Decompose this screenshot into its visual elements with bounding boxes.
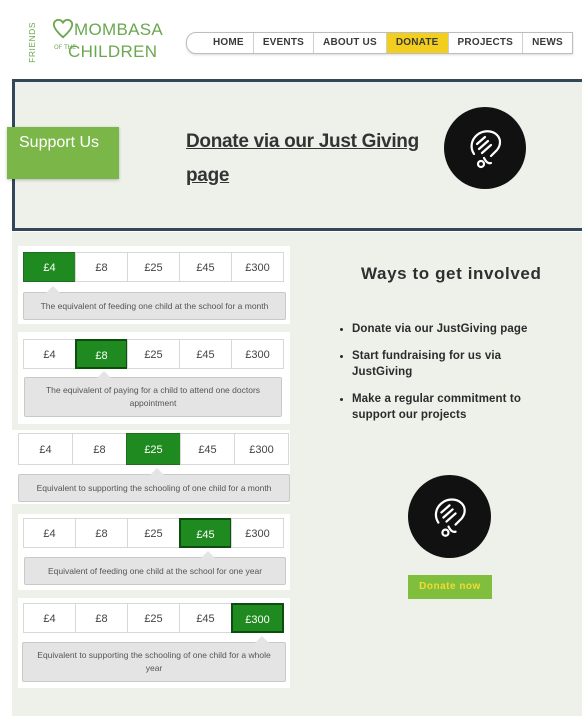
ways-list: Donate via our JustGiving page Start fun… [338, 321, 558, 434]
amount-description: Equivalent to supporting the schooling o… [22, 636, 286, 682]
amount-option-300[interactable]: £300 [231, 603, 284, 633]
amount-card-3: £4 £8 £25 £45 £300 Equivalent to support… [12, 430, 290, 504]
amount-option-45[interactable]: £45 [179, 252, 232, 282]
pointer-arrow [46, 286, 60, 293]
amount-card-4: £4 £8 £25 £45 £300 Equivalent of feeding… [18, 514, 290, 590]
nav-home[interactable]: HOME [187, 33, 253, 53]
amount-option-25[interactable]: £25 [126, 433, 181, 465]
amount-option-25[interactable]: £25 [127, 518, 180, 548]
amount-option-300[interactable]: £300 [231, 339, 284, 369]
ways-item-donate: Donate via our JustGiving page [338, 321, 558, 337]
donate-justgiving-link[interactable]: Donate via our Just Giving page [186, 125, 426, 193]
ways-item-fundraise: Start fundraising for us via JustGiving [338, 348, 558, 380]
amount-card-5: £4 £8 £25 £45 £300 Equivalent to support… [18, 598, 290, 688]
donate-now-button[interactable]: Donate now [408, 575, 492, 599]
amount-description-text: The equivalent of feeding one child at t… [40, 300, 269, 311]
amount-description-text: Equivalent to supporting the schooling o… [36, 482, 272, 493]
amount-option-4[interactable]: £4 [23, 252, 76, 282]
amount-description: Equivalent of feeding one child at the s… [24, 551, 286, 585]
nav-about-us[interactable]: ABOUT US [313, 33, 386, 53]
amount-description: Equivalent to supporting the schooling o… [18, 468, 290, 502]
amount-option-4[interactable]: £4 [23, 339, 76, 369]
amount-options: £4 £8 £25 £45 £300 [18, 433, 289, 465]
justgiving-hand-icon[interactable] [408, 475, 491, 558]
amount-option-8[interactable]: £8 [75, 339, 128, 369]
ways-title: Ways to get involved [361, 264, 542, 283]
justgiving-hand-glyph [434, 498, 466, 537]
logo-children-text: CHILDREN [68, 42, 158, 61]
amount-description: The equivalent of paying for a child to … [24, 371, 282, 417]
amount-options: £4 £8 £25 £45 £300 [23, 252, 284, 282]
nav-donate[interactable]: DONATE [385, 33, 448, 53]
amount-card-1: £4 £8 £25 £45 £300 The equivalent of fee… [18, 246, 290, 324]
site-logo[interactable]: FRIENDS MOMBASA OF THE CHILDREN [27, 16, 163, 68]
logo-mombasa-text: MOMBASA [74, 20, 164, 39]
ways-item-commitment: Make a regular commitment to support our… [338, 391, 558, 423]
justgiving-hand-glyph [470, 130, 502, 169]
amount-option-4[interactable]: £4 [23, 603, 76, 633]
support-us-badge: Support Us [7, 127, 119, 179]
amount-option-4[interactable]: £4 [18, 433, 73, 465]
amount-option-300[interactable]: £300 [231, 252, 284, 282]
amount-description-text: Equivalent of feeding one child at the s… [47, 565, 263, 576]
site-header: FRIENDS MOMBASA OF THE CHILDREN HOME EVE… [0, 0, 582, 76]
pointer-arrow [97, 371, 111, 378]
amount-description-text: Equivalent to supporting the schooling o… [37, 650, 271, 673]
amount-option-8[interactable]: £8 [75, 252, 128, 282]
amount-option-8[interactable]: £8 [72, 433, 127, 465]
pointer-arrow [201, 551, 215, 558]
amount-options: £4 £8 £25 £45 £300 [23, 603, 284, 633]
heart-icon [52, 18, 74, 39]
amount-option-25[interactable]: £25 [127, 339, 180, 369]
amount-option-8[interactable]: £8 [75, 603, 128, 633]
amount-description: The equivalent of feeding one child at t… [23, 286, 286, 320]
amount-options: £4 £8 £25 £45 £300 [23, 339, 284, 369]
amount-option-8[interactable]: £8 [75, 518, 128, 548]
nav-news[interactable]: NEWS [522, 33, 572, 53]
amount-option-45[interactable]: £45 [179, 339, 232, 369]
amount-option-45[interactable]: £45 [179, 518, 232, 548]
amount-options: £4 £8 £25 £45 £300 [23, 518, 284, 548]
amount-option-25[interactable]: £25 [127, 252, 180, 282]
pointer-arrow [150, 468, 164, 475]
nav-projects[interactable]: PROJECTS [447, 33, 523, 53]
nav-events[interactable]: EVENTS [252, 33, 313, 53]
amount-option-300[interactable]: £300 [234, 433, 289, 465]
amount-description-text: The equivalent of paying for a child to … [45, 385, 261, 408]
amount-option-4[interactable]: £4 [23, 518, 76, 548]
justgiving-hand-icon[interactable] [444, 107, 526, 189]
amount-option-45[interactable]: £45 [180, 433, 235, 465]
amount-option-45[interactable]: £45 [179, 603, 232, 633]
amount-option-25[interactable]: £25 [127, 603, 180, 633]
amount-option-300[interactable]: £300 [231, 518, 284, 548]
logo-friends-text: FRIENDS [27, 22, 37, 63]
main-nav: HOME EVENTS ABOUT US DONATE PROJECTS NEW… [186, 32, 573, 54]
pointer-arrow [255, 636, 269, 643]
amount-card-2: £4 £8 £25 £45 £300 The equivalent of pay… [18, 332, 290, 424]
